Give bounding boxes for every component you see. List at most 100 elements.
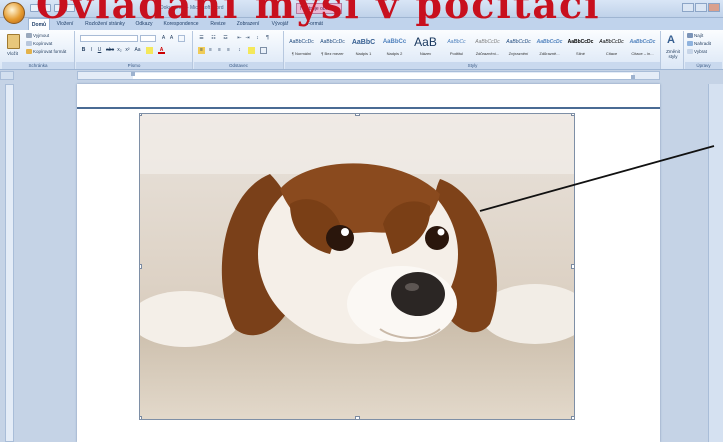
replace-button[interactable]: Nahradit (687, 41, 711, 47)
ruler-corner[interactable] (0, 71, 14, 80)
copy-icon (26, 41, 32, 47)
style-no-spacing-name: ¶ Bez mezer (321, 51, 344, 56)
style-normal-name: ¶ Normální (291, 51, 312, 56)
find-button[interactable]: Najít (687, 33, 704, 39)
style-subtle-emphasis-sample: AaBbCcDc (475, 39, 500, 45)
close-button[interactable] (708, 3, 720, 12)
superscript-icon[interactable]: x² (124, 47, 131, 54)
style-strong-name: Silné (576, 51, 585, 56)
style-normal-sample: AaBbCcDc (289, 39, 314, 45)
align-left-icon[interactable]: ≡ (198, 47, 205, 54)
style-intense-emphasis-name: Zdůrazně... (539, 51, 560, 56)
replace-icon (687, 41, 693, 47)
style-emphasis-sample: AaBbCcDc (506, 39, 531, 45)
style-normal[interactable]: AaBbCcDc ¶ Normální (286, 34, 317, 62)
sort-icon[interactable]: ↕ (254, 35, 261, 42)
decrease-indent-icon[interactable]: ⇤ (236, 35, 243, 42)
increase-indent-icon[interactable]: ⇥ (244, 35, 251, 42)
editing-group-label: Úpravy (685, 62, 722, 69)
style-heading2[interactable]: AaBbCc Nadpis 2 (379, 34, 410, 62)
dog-illustration (140, 114, 574, 419)
styles-group: AaBbCcDc ¶ Normální AaBbCcDc ¶ Bez mezer A… (285, 31, 661, 69)
maximize-button[interactable] (695, 3, 707, 12)
subscript-icon[interactable]: x₂ (116, 47, 123, 54)
highlight-icon[interactable] (146, 47, 153, 54)
editing-group: Najít Nahradit Vybrat Úpravy (685, 31, 722, 69)
bullets-icon[interactable]: ☰ (198, 35, 205, 42)
cut-button[interactable]: Vyjmout (26, 33, 50, 39)
grow-font-icon[interactable]: A (160, 35, 167, 42)
cut-label: Vyjmout (33, 33, 50, 38)
change-case-icon[interactable]: Aa (134, 47, 141, 54)
horizontal-ruler[interactable] (77, 71, 660, 80)
underline-icon[interactable]: U (96, 47, 103, 54)
style-intense-quote-sample: AaBbCcDc (629, 39, 656, 45)
resize-handle-top[interactable] (355, 114, 360, 116)
style-subtitle-name: Podtitul (449, 51, 464, 56)
font-group: A A B I U abc x₂ x² Aa A Písmo (76, 31, 193, 69)
resize-handle-top-left[interactable] (140, 114, 142, 116)
style-subtle-emphasis[interactable]: AaBbCcDc Zdůraznění... (472, 34, 503, 62)
line-spacing-icon[interactable]: ↕ (236, 47, 243, 54)
paste-button[interactable]: Vložit (7, 51, 18, 56)
vertical-ruler[interactable] (5, 84, 14, 442)
ribbon: Vložit Vyjmout Kopírovat Kopírovat formá… (0, 30, 723, 70)
style-heading1-name: Nadpis 1 (355, 51, 372, 56)
change-styles-icon[interactable]: A (667, 34, 679, 46)
show-marks-icon[interactable]: ¶ (264, 35, 271, 42)
align-right-icon[interactable]: ≡ (216, 47, 223, 54)
style-strong[interactable]: AaBbCcDc Silné (565, 34, 596, 62)
cursor-icon (687, 49, 693, 55)
office-button[interactable] (3, 2, 25, 24)
dog-photo[interactable] (139, 113, 575, 420)
style-title[interactable]: AaB Název (410, 34, 441, 62)
change-styles-group: A Změnit styly (662, 31, 684, 69)
style-subtitle[interactable]: AaBbCc Podtitul (441, 34, 472, 62)
bold-icon[interactable]: B (80, 47, 87, 54)
style-heading2-name: Nadpis 2 (386, 51, 403, 56)
resize-handle-left[interactable] (140, 264, 142, 269)
borders-icon[interactable] (260, 47, 267, 54)
style-emphasis[interactable]: AaBbCcDc Zvýraznění (503, 34, 534, 62)
font-color-icon[interactable]: A (158, 47, 165, 54)
right-indent-marker[interactable] (631, 75, 635, 79)
shrink-font-icon[interactable]: A (168, 35, 175, 42)
style-heading1[interactable]: AaBbC Nadpis 1 (348, 34, 379, 62)
format-painter-button[interactable]: Kopírovat formát (26, 49, 66, 55)
style-intense-emphasis[interactable]: AaBbCcDc Zdůrazně... (534, 34, 565, 62)
font-name-select[interactable] (80, 35, 138, 42)
resize-handle-bottom-right[interactable] (571, 416, 574, 419)
style-intense-quote[interactable]: AaBbCcDc Citace – in... (627, 34, 658, 62)
style-intense-quote-name: Citace – in... (631, 51, 654, 56)
italic-icon[interactable]: I (88, 47, 95, 54)
resize-handle-bottom[interactable] (355, 416, 360, 419)
brush-icon (26, 49, 32, 55)
style-quote[interactable]: AaBbCcDc Citace (596, 34, 627, 62)
style-subtle-emphasis-name: Zdůraznění... (475, 51, 500, 56)
strikethrough-icon[interactable]: abc (106, 47, 114, 54)
clear-format-icon[interactable] (178, 35, 185, 42)
styles-group-label: Styly (285, 62, 660, 69)
clipboard-group-label: Schránka (2, 62, 74, 69)
paste-icon[interactable] (7, 34, 20, 49)
copy-label: Kopírovat (33, 41, 53, 46)
font-size-select[interactable] (140, 35, 156, 42)
select-button[interactable]: Vybrat (687, 49, 707, 55)
numbering-icon[interactable]: ☷ (210, 35, 217, 42)
headline: Ovládání myši v počítači (36, 0, 601, 27)
change-styles-button[interactable]: Změnit styly (663, 49, 683, 59)
resize-handle-top-right[interactable] (571, 114, 574, 116)
find-label: Najít (694, 33, 704, 38)
resize-handle-right[interactable] (571, 264, 574, 269)
page-divider (77, 107, 660, 109)
copy-button[interactable]: Kopírovat (26, 41, 53, 47)
vertical-scrollbar[interactable] (708, 84, 723, 442)
multilevel-list-icon[interactable]: ☲ (222, 35, 229, 42)
first-line-indent-marker[interactable] (131, 72, 135, 76)
minimize-button[interactable] (682, 3, 694, 12)
align-center-icon[interactable]: ≡ (207, 47, 214, 54)
justify-icon[interactable]: ≡ (225, 47, 232, 54)
shading-icon[interactable] (248, 47, 255, 54)
style-no-spacing[interactable]: AaBbCcDc ¶ Bez mezer (317, 34, 348, 62)
resize-handle-bottom-left[interactable] (140, 416, 142, 419)
